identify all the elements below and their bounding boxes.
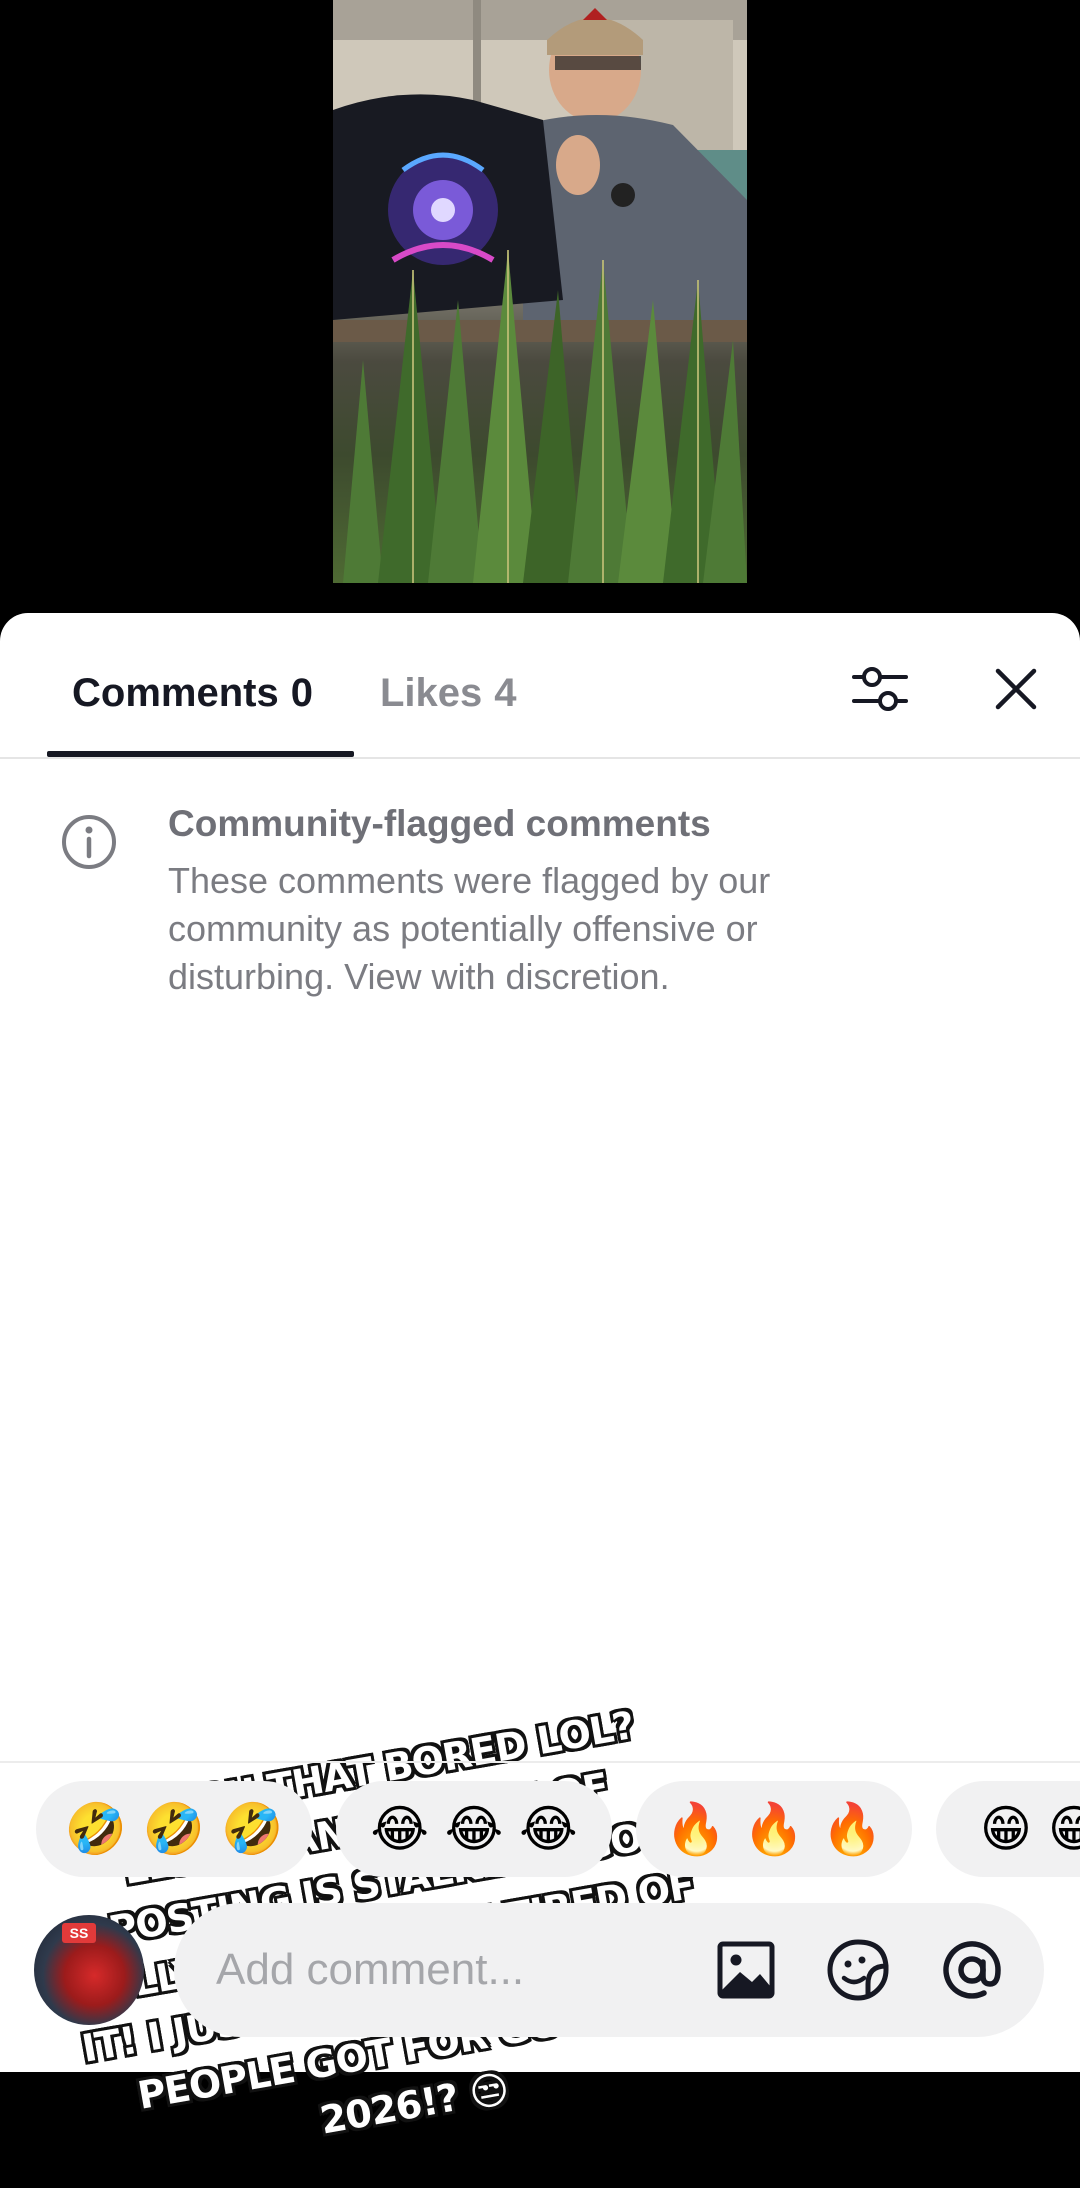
tab-likes-label: Likes [380, 671, 483, 715]
close-button[interactable] [980, 653, 1052, 725]
tab-likes[interactable]: Likes 4 [380, 663, 517, 723]
tab-bar: Comments 0 Likes 4 [0, 613, 1080, 759]
reaction-chip-joy[interactable]: 😂 😂 😂 [336, 1781, 612, 1877]
tab-comments-count: 0 [290, 671, 313, 715]
divider [0, 1761, 1080, 1763]
comment-input[interactable]: Add comment... [174, 1903, 1044, 2037]
image-icon[interactable] [712, 1936, 780, 2004]
tab-likes-count: 4 [494, 671, 517, 715]
sticker-icon[interactable] [824, 1936, 892, 2004]
quick-reaction-row: 🤣 🤣 🤣 😂 😂 😂 🔥 🔥 🔥 😁 😁 😁 [0, 1781, 1080, 1881]
filter-button[interactable] [844, 653, 916, 725]
close-icon [995, 668, 1037, 710]
comment-bar: SS Add comment... [0, 1903, 1080, 2053]
video-scene [333, 0, 747, 583]
video-thumbnail[interactable] [333, 0, 747, 583]
avatar-badge: SS [62, 1923, 96, 1943]
reaction-chip-fire[interactable]: 🔥 🔥 🔥 [636, 1781, 912, 1877]
mention-icon[interactable] [938, 1936, 1006, 2004]
filter-icon [852, 667, 908, 711]
community-flagged-notice: Community-flagged comments These comment… [0, 793, 1080, 1013]
reaction-chip-grin[interactable]: 😁 😁 😁 [936, 1781, 1080, 1877]
notice-body: These comments were flagged by our commu… [168, 860, 771, 997]
tab-comments[interactable]: Comments 0 [72, 663, 313, 723]
info-icon [62, 815, 116, 869]
tab-comments-label: Comments [72, 671, 279, 715]
video-preview[interactable] [0, 0, 1080, 620]
notice-title: Community-flagged comments [168, 803, 711, 844]
comment-input-placeholder: Add comment... [216, 1945, 525, 1994]
comments-sheet: Comments 0 Likes 4 Community-flagged com… [0, 613, 1080, 2143]
reaction-chip-rofl[interactable]: 🤣 🤣 🤣 [36, 1781, 312, 1877]
active-tab-indicator [47, 751, 354, 757]
avatar[interactable]: SS [34, 1915, 144, 2025]
